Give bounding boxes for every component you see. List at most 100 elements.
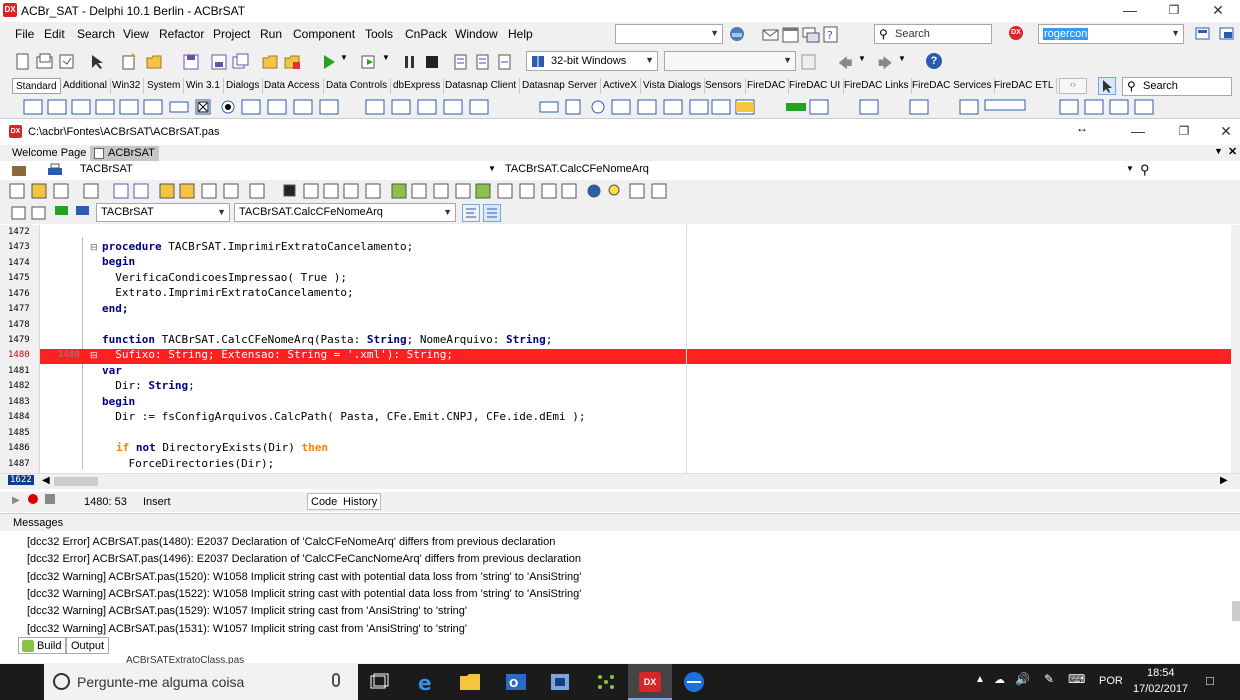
open-folder-icon[interactable] (146, 53, 164, 71)
tab-history[interactable]: History (340, 493, 382, 510)
run-icon[interactable] (320, 53, 338, 71)
palette-tab-firedac-etl[interactable]: FireDAC ETL (991, 78, 1058, 94)
tab-acbrsat[interactable]: ACBrSAT (90, 146, 159, 161)
record-macro-icon[interactable] (28, 494, 38, 504)
config-manager-icon[interactable] (800, 53, 818, 71)
run-to-cursor-icon[interactable] (496, 53, 514, 71)
pause-icon[interactable] (401, 53, 419, 71)
menu-project[interactable]: Project (213, 27, 250, 41)
new-item-icon[interactable] (120, 53, 138, 71)
chevron-down-icon[interactable]: ▼ (858, 54, 876, 72)
menu-component[interactable]: Component (293, 27, 355, 41)
code-editor[interactable]: 1472 1473 1474 1475 1476 1477 1478 1479 … (0, 225, 1240, 473)
palette-tab-sensors[interactable]: Sensors (702, 78, 746, 94)
config-combo[interactable]: ▼ (664, 51, 796, 71)
back-arrow-icon[interactable]: 🡄 (838, 53, 856, 71)
resize-arrows-icon[interactable]: ↔ (1076, 121, 1088, 135)
tab-build[interactable]: Build (18, 637, 67, 654)
palette-tab-firedac[interactable]: FireDAC (744, 78, 790, 94)
stop-icon[interactable] (423, 53, 441, 71)
edge-icon[interactable]: e (414, 671, 438, 695)
palette-search-input[interactable]: ⚲ Search (1122, 77, 1232, 96)
palette-tab-system[interactable]: System (144, 78, 185, 94)
chevron-down-icon[interactable]: ▼ (898, 54, 916, 72)
horizontal-scrollbar[interactable]: 1622 ◀ ▶ (0, 473, 1240, 489)
palette-tab-win32[interactable]: Win32 (109, 78, 145, 94)
clock-time[interactable]: 18:54 (1147, 667, 1175, 679)
add-to-project-icon[interactable] (262, 53, 280, 71)
close-button[interactable]: ✕ (1196, 0, 1240, 22)
align-left-icon[interactable] (462, 204, 480, 222)
interface-icon[interactable] (53, 204, 71, 222)
tab-welcome-page[interactable]: Welcome Page (8, 146, 90, 161)
scroll-thumb[interactable] (54, 477, 98, 486)
menu-view[interactable]: View (123, 27, 149, 41)
keyboard-icon[interactable]: ⌨ (1068, 672, 1085, 686)
step-over-icon[interactable] (452, 53, 470, 71)
message-item[interactable]: [dcc32 Error] ACBrSAT.pas(1496): E2037 D… (27, 553, 581, 565)
palette-tab-datasnap-server[interactable]: Datasnap Server (519, 78, 602, 94)
align-justify-icon[interactable] (483, 204, 501, 222)
messages-scroll-thumb[interactable] (1232, 601, 1240, 621)
palette-scroll-arrows[interactable]: ‹› (1059, 78, 1087, 94)
tab-output[interactable]: Output (66, 637, 110, 654)
file-explorer-icon[interactable] (458, 671, 482, 693)
search-icon[interactable]: ⚲ (1140, 162, 1150, 178)
task-view-icon[interactable] (368, 671, 392, 693)
minimize-button[interactable]: — (1108, 0, 1152, 22)
forward-arrow-icon[interactable]: 🡆 (878, 53, 896, 71)
method-combo[interactable]: TACBrSAT.CalcCFeNomeArq ▼ (234, 203, 456, 222)
pen-icon[interactable]: ✎ (1044, 672, 1054, 686)
nav-class-label[interactable]: TACBrSAT (80, 163, 133, 175)
menu-tools[interactable]: Tools (365, 27, 393, 41)
new-file-icon[interactable] (14, 53, 32, 71)
message-item[interactable]: [dcc32 Error] ACBrSAT.pas(1480): E2037 D… (27, 536, 555, 548)
menu-help[interactable]: Help (508, 27, 533, 41)
pointer-tool-icon[interactable] (1098, 77, 1116, 95)
palette-tab-dialogs[interactable]: Dialogs (223, 78, 264, 94)
run-without-debug-icon[interactable] (360, 53, 378, 71)
menu-refactor[interactable]: Refactor (159, 27, 204, 41)
implementation-icon[interactable] (74, 204, 92, 222)
help-doc-icon[interactable]: ? (822, 26, 840, 44)
palette-tab-firedac-services[interactable]: FireDAC Services (909, 78, 996, 94)
chevron-down-icon[interactable]: ▼ (1126, 164, 1134, 173)
save-all-icon[interactable] (232, 53, 250, 71)
palette-tab-datasnap-client[interactable]: Datasnap Client (442, 78, 521, 94)
palette-tab-firedac-links[interactable]: FireDAC Links (841, 78, 913, 94)
language-indicator[interactable]: POR (1099, 675, 1123, 687)
tabs-dropdown-icon[interactable]: ▼ (1214, 146, 1223, 156)
app-icon[interactable] (548, 671, 572, 693)
scroll-right-icon[interactable]: ▶ (1220, 475, 1228, 486)
fold-toggle-icon[interactable]: ⊟ (90, 242, 98, 253)
stop-macro-icon[interactable] (45, 494, 55, 504)
teamviewer-icon[interactable] (682, 671, 706, 693)
palette-tab-standard[interactable]: Standard (12, 78, 61, 94)
message-item[interactable]: [dcc32 Warning] ACBrSAT.pas(1529): W1057… (27, 605, 467, 617)
message-item[interactable]: [dcc32 Warning] ACBrSAT.pas(1520): W1058… (27, 571, 581, 583)
microphone-icon[interactable] (332, 673, 340, 687)
palette-tab-dbexpress[interactable]: dbExpress (390, 78, 445, 94)
menu-window[interactable]: Window (455, 27, 498, 41)
menu-file[interactable]: File (15, 27, 34, 41)
fold-toggle-icon[interactable]: ⊟ (90, 350, 98, 361)
trace-into-icon[interactable] (474, 53, 492, 71)
editor-close-button[interactable]: ✕ (1204, 121, 1240, 143)
chat-icon[interactable] (802, 26, 820, 44)
palette-tab-win31[interactable]: Win 3.1 (183, 78, 224, 94)
palette-tab-additional[interactable]: Additional (60, 78, 111, 94)
set-layout-icon[interactable] (1218, 25, 1236, 43)
editor-minimize-button[interactable]: — (1116, 121, 1160, 143)
save-layout-icon[interactable] (1194, 25, 1212, 43)
tray-expand-icon[interactable]: ▲ (975, 674, 985, 685)
scroll-left-icon[interactable]: ◀ (42, 475, 50, 486)
chevron-down-icon[interactable]: ▼ (382, 53, 400, 71)
toggle-form-unit-icon[interactable] (10, 204, 28, 222)
palette-tab-activex[interactable]: ActiveX (600, 78, 641, 94)
delphi-taskbar-button[interactable]: DX (628, 664, 672, 700)
ide-search-input[interactable]: ⚲ Search (874, 24, 992, 44)
remove-from-project-icon[interactable] (284, 53, 302, 71)
chevron-down-icon[interactable]: ▼ (488, 164, 496, 173)
save-desktop-icon[interactable] (728, 25, 746, 43)
clock-date[interactable]: 17/02/2017 (1133, 683, 1188, 695)
